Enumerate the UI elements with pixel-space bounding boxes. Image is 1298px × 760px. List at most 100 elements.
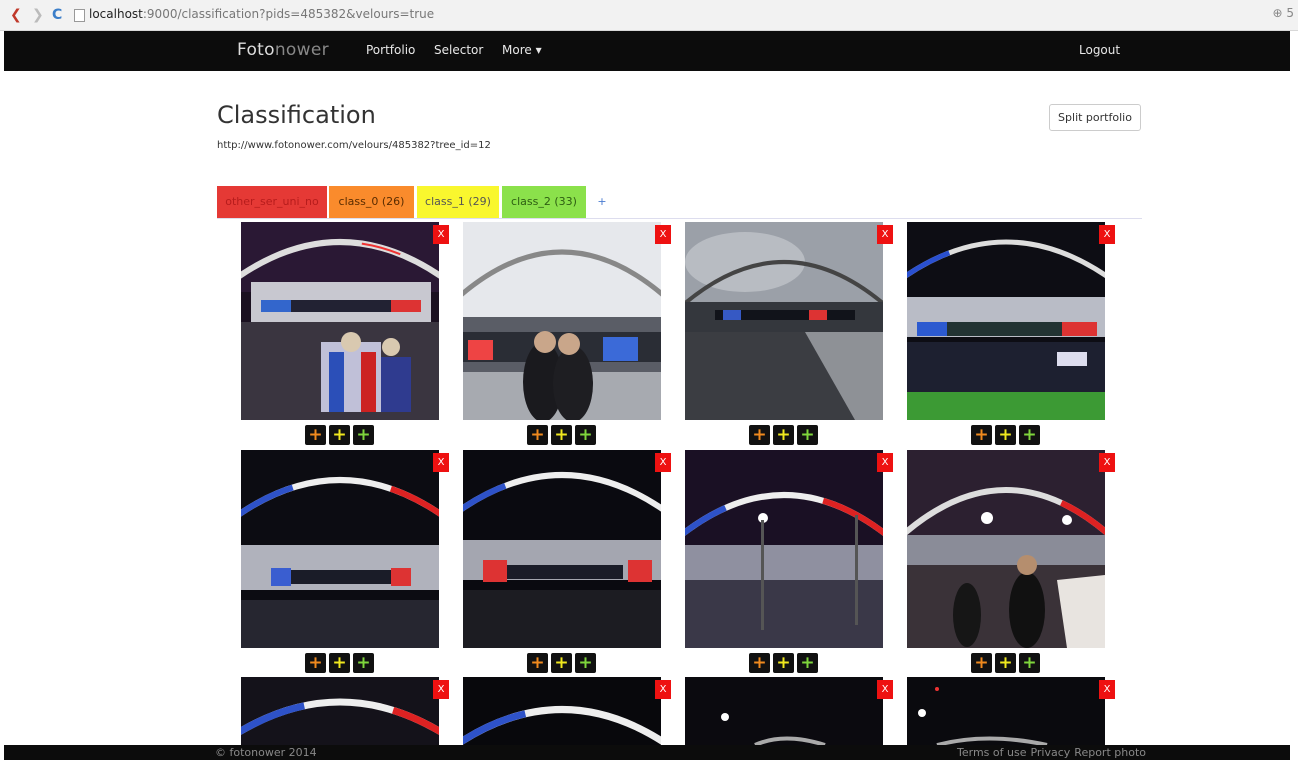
- photo-thumbnail[interactable]: [241, 222, 439, 420]
- url-host: localhost: [89, 7, 143, 21]
- add-to-class-0-button[interactable]: +: [749, 653, 770, 673]
- plus-icon: +: [752, 653, 767, 673]
- plus-icon: +: [554, 425, 569, 445]
- address-bar[interactable]: localhost:9000/classification?pids=48538…: [89, 7, 434, 21]
- brand-part-b: nower: [274, 40, 329, 60]
- photo-thumbnail[interactable]: [463, 677, 661, 745]
- delete-photo-button[interactable]: X: [433, 453, 449, 472]
- nav-logout[interactable]: Logout: [1079, 43, 1120, 57]
- photo-thumbnail[interactable]: [463, 450, 661, 648]
- url-path: :9000/classification?pids=485382&velours…: [142, 7, 435, 21]
- plus-icon: +: [332, 425, 347, 445]
- add-to-class-2-button[interactable]: +: [575, 653, 596, 673]
- add-to-class-1-button[interactable]: +: [551, 653, 572, 673]
- add-to-class-0-button[interactable]: +: [527, 425, 548, 445]
- delete-photo-button[interactable]: X: [877, 453, 893, 472]
- brand-logo[interactable]: Fotonower: [237, 40, 329, 60]
- add-to-class-0-button[interactable]: +: [305, 425, 326, 445]
- photo-thumbnail[interactable]: [907, 677, 1105, 745]
- page-title: Classification: [217, 101, 376, 129]
- photo-thumbnail[interactable]: [685, 450, 883, 648]
- delete-photo-button[interactable]: X: [655, 680, 671, 699]
- top-navbar: Fotonower Portfolio Selector More ▾ Logo…: [4, 31, 1290, 71]
- tab-class-1[interactable]: class_1 (29): [417, 186, 499, 218]
- add-to-class-1-button[interactable]: +: [551, 425, 572, 445]
- plus-icon: +: [1022, 425, 1037, 445]
- photo-thumbnail[interactable]: [907, 222, 1105, 420]
- add-to-class-1-button[interactable]: +: [995, 653, 1016, 673]
- photo-thumbnail[interactable]: [463, 222, 661, 420]
- plus-icon: +: [800, 653, 815, 673]
- add-to-class-0-button[interactable]: +: [971, 653, 992, 673]
- delete-photo-button[interactable]: X: [433, 225, 449, 244]
- plus-icon: +: [578, 425, 593, 445]
- delete-photo-button[interactable]: X: [1099, 680, 1115, 699]
- plus-icon: +: [776, 425, 791, 445]
- photo-thumbnail[interactable]: [907, 450, 1105, 648]
- plus-icon: +: [578, 653, 593, 673]
- delete-photo-button[interactable]: X: [877, 225, 893, 244]
- nav-more-dropdown[interactable]: More ▾: [502, 43, 542, 57]
- tabs-divider: [217, 218, 1142, 219]
- copyright-text: © fotonower 2014: [215, 746, 317, 759]
- tab-class-2[interactable]: class_2 (33): [502, 186, 586, 218]
- delete-photo-button[interactable]: X: [433, 680, 449, 699]
- add-to-class-2-button[interactable]: +: [1019, 425, 1040, 445]
- add-to-class-0-button[interactable]: +: [749, 425, 770, 445]
- plus-icon: +: [998, 425, 1013, 445]
- delete-photo-button[interactable]: X: [877, 680, 893, 699]
- tab-other[interactable]: other_ser_uni_no: [217, 186, 327, 218]
- plus-icon: +: [974, 653, 989, 673]
- add-to-class-0-button[interactable]: +: [305, 653, 326, 673]
- brand-part-a: Foto: [237, 40, 275, 60]
- nav-selector[interactable]: Selector: [434, 43, 483, 57]
- delete-photo-button[interactable]: X: [1099, 225, 1115, 244]
- footer-links: Terms of use Privacy Report photo: [957, 746, 1150, 759]
- plus-icon: +: [530, 653, 545, 673]
- photo-thumbnail[interactable]: [241, 450, 439, 648]
- add-to-class-2-button[interactable]: +: [797, 653, 818, 673]
- terms-link[interactable]: Terms of use: [957, 746, 1026, 759]
- add-to-class-0-button[interactable]: +: [527, 653, 548, 673]
- plus-icon: +: [776, 653, 791, 673]
- delete-photo-button[interactable]: X: [655, 453, 671, 472]
- delete-photo-button[interactable]: X: [655, 225, 671, 244]
- add-to-class-2-button[interactable]: +: [1019, 653, 1040, 673]
- plus-icon: +: [332, 653, 347, 673]
- page-icon: [74, 9, 85, 22]
- tab-class-0[interactable]: class_0 (26): [329, 186, 414, 218]
- back-icon[interactable]: ❮: [10, 7, 22, 23]
- add-to-class-2-button[interactable]: +: [575, 425, 596, 445]
- plus-icon: +: [530, 425, 545, 445]
- add-to-class-0-button[interactable]: +: [971, 425, 992, 445]
- plus-icon: +: [998, 653, 1013, 673]
- footer: © fotonower 2014 Terms of use Privacy Repo…: [4, 745, 1290, 760]
- add-to-class-2-button[interactable]: +: [797, 425, 818, 445]
- plus-icon: +: [1022, 653, 1037, 673]
- plus-icon: +: [308, 653, 323, 673]
- add-to-class-1-button[interactable]: +: [329, 425, 350, 445]
- split-portfolio-button[interactable]: Split portfolio: [1049, 104, 1141, 131]
- reload-icon[interactable]: C: [52, 7, 62, 23]
- zoom-icon[interactable]: ⊕ 5: [1272, 6, 1294, 20]
- plus-icon: +: [974, 425, 989, 445]
- photo-thumbnail[interactable]: [241, 677, 439, 745]
- add-to-class-1-button[interactable]: +: [995, 425, 1016, 445]
- plus-icon: +: [356, 653, 371, 673]
- add-to-class-1-button[interactable]: +: [329, 653, 350, 673]
- add-to-class-2-button[interactable]: +: [353, 425, 374, 445]
- forward-icon[interactable]: ❯: [32, 7, 44, 23]
- photo-thumbnail[interactable]: [685, 677, 883, 745]
- add-tab-button[interactable]: +: [595, 186, 609, 218]
- plus-icon: +: [308, 425, 323, 445]
- portfolio-url: http://www.fotonower.com/velours/485382?…: [217, 140, 491, 151]
- photo-thumbnail[interactable]: [685, 222, 883, 420]
- plus-icon: +: [356, 425, 371, 445]
- add-to-class-1-button[interactable]: +: [773, 653, 794, 673]
- delete-photo-button[interactable]: X: [1099, 453, 1115, 472]
- privacy-link[interactable]: Privacy: [1030, 746, 1070, 759]
- add-to-class-1-button[interactable]: +: [773, 425, 794, 445]
- report-photo-link[interactable]: Report photo: [1074, 746, 1146, 759]
- nav-portfolio[interactable]: Portfolio: [366, 43, 415, 57]
- add-to-class-2-button[interactable]: +: [353, 653, 374, 673]
